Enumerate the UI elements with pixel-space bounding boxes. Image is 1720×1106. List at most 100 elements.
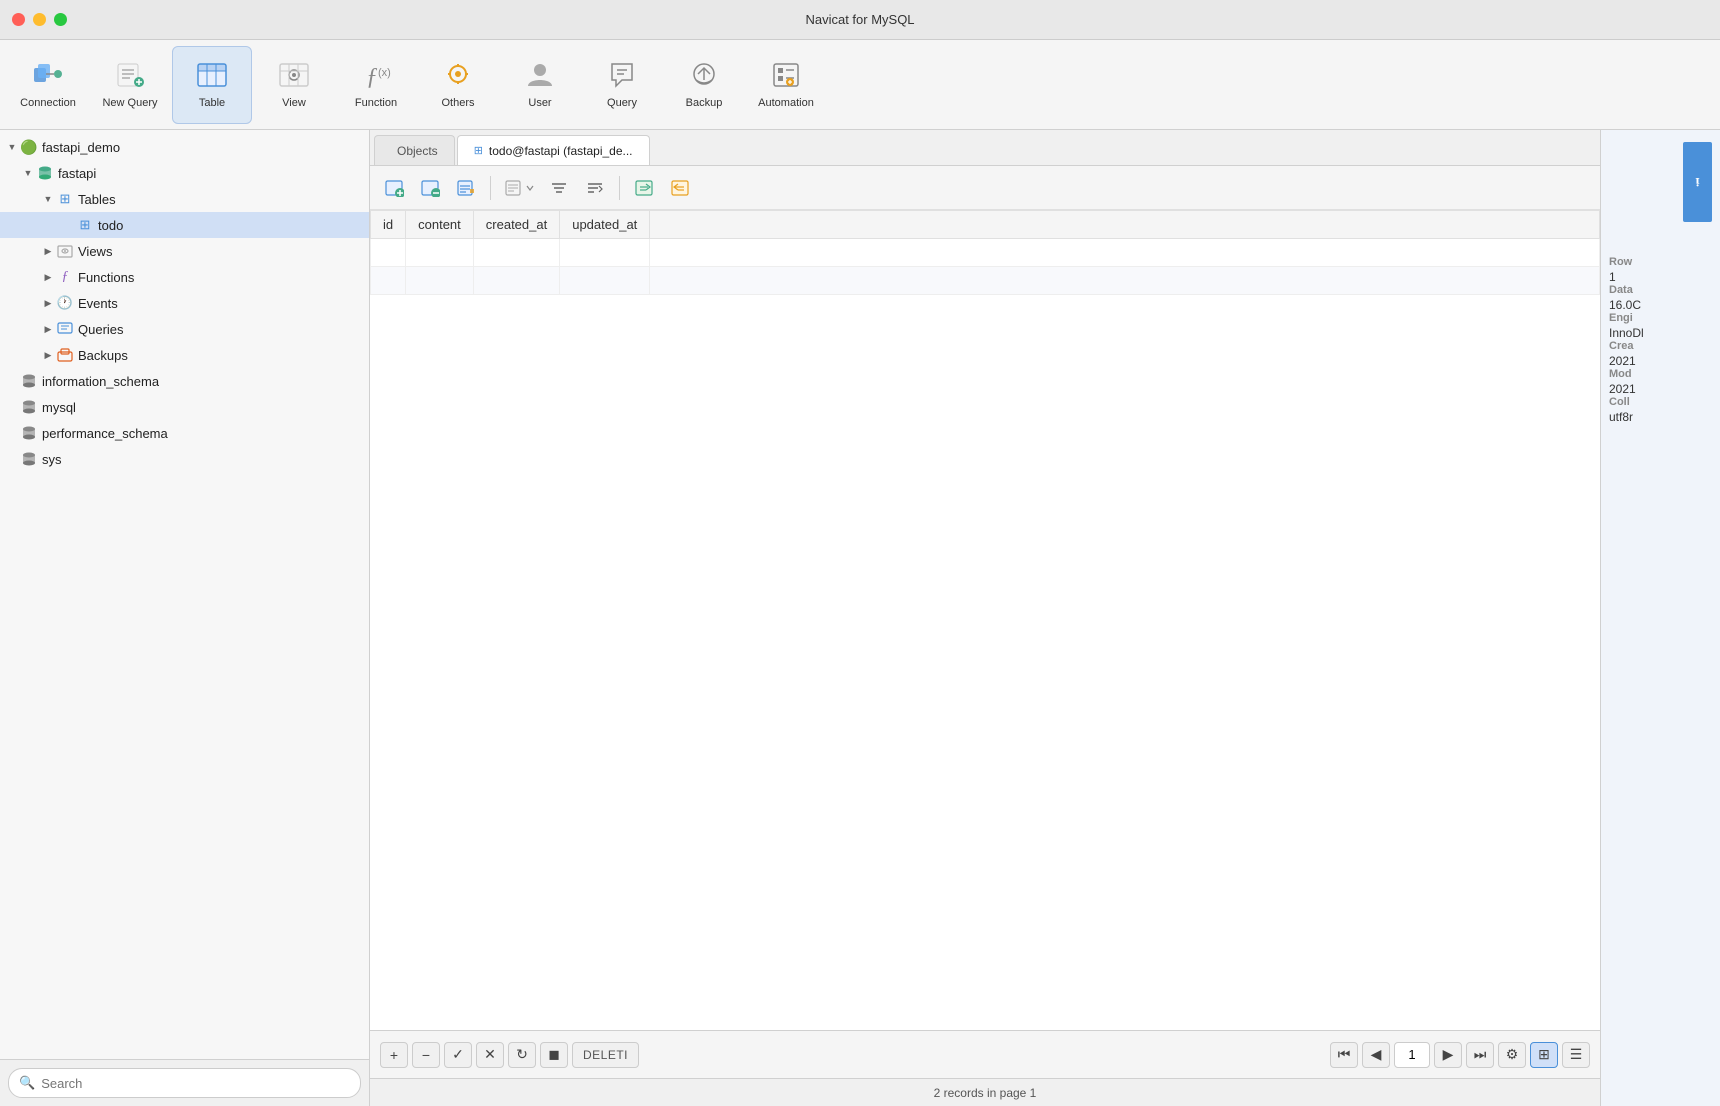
first-page-button[interactable]: ⏮ <box>1330 1042 1358 1068</box>
toolbar-new-query-label: New Query <box>102 97 157 109</box>
info-panel-tab[interactable]: ℹ <box>1683 142 1712 222</box>
tab-todo[interactable]: ⊞ todo@fastapi (fastapi_de... <box>457 135 650 165</box>
tables-icon: ⊞ <box>56 190 74 208</box>
fastapi-demo-icon: 🟢 <box>20 138 38 156</box>
toolbar-automation-label: Automation <box>758 97 814 109</box>
col-updated-at[interactable]: updated_at <box>560 211 650 239</box>
maximize-button[interactable] <box>54 13 67 26</box>
remove-row-button[interactable]: − <box>412 1042 440 1068</box>
sidebar-search-bar: 🔍 <box>0 1059 369 1106</box>
connection-icon <box>32 60 64 93</box>
rp-engine: Engi InnoDl <box>1609 312 1712 340</box>
sidebar-item-todo[interactable]: ⊞ todo <box>0 212 369 238</box>
toolbar-others[interactable]: Others <box>418 46 498 124</box>
toolbar-query[interactable]: Query <box>582 46 662 124</box>
import-button[interactable] <box>664 173 696 203</box>
sys-label: sys <box>42 452 62 467</box>
expand-fastapi-icon: ▼ <box>20 165 36 181</box>
fastapi-label: fastapi <box>58 166 96 181</box>
search-box[interactable]: 🔍 <box>8 1068 361 1098</box>
table-row[interactable] <box>371 267 1600 295</box>
sidebar-item-tables[interactable]: ▼ ⊞ Tables <box>0 186 369 212</box>
rp-collation-value: utf8r <box>1609 410 1712 424</box>
right-panel: ℹ Row 1 Data 16.0C Engi InnoDl Crea 2021 <box>1600 130 1720 1106</box>
functions-label: Functions <box>78 270 134 285</box>
mysql-icon <box>20 398 38 416</box>
page-number-input[interactable] <box>1394 1042 1430 1068</box>
new-query-icon <box>114 60 146 93</box>
toolbar-view[interactable]: View <box>254 46 334 124</box>
sidebar-item-functions[interactable]: ▶ ƒ Functions <box>0 264 369 290</box>
toolbar-connection[interactable]: Connection <box>8 46 88 124</box>
tab-objects[interactable]: Objects <box>374 135 455 165</box>
toolbar-sep-2 <box>619 176 620 200</box>
col-content[interactable]: content <box>406 211 474 239</box>
col-id[interactable]: id <box>371 211 406 239</box>
rp-created-label: Crea <box>1609 340 1712 352</box>
rp-modified: Mod 2021 <box>1609 368 1712 396</box>
content-area: Objects ⊞ todo@fastapi (fastapi_de... <box>370 130 1600 1106</box>
toolbar-new-query[interactable]: New Query <box>90 46 170 124</box>
app-title: Navicat for MySQL <box>805 12 914 27</box>
sort-button[interactable] <box>579 173 611 203</box>
add-row-button[interactable]: + <box>380 1042 408 1068</box>
rp-collation-label: Coll <box>1609 396 1712 408</box>
prev-page-button[interactable]: ◀ <box>1362 1042 1390 1068</box>
delete-record-button[interactable] <box>414 173 446 203</box>
filter-button[interactable] <box>543 173 575 203</box>
toolbar-table[interactable]: Table <box>172 46 252 124</box>
table-toolbar <box>370 166 1600 210</box>
query-icon <box>606 60 638 93</box>
search-input[interactable] <box>41 1076 350 1091</box>
col-extra <box>650 211 1600 239</box>
table-container: id content created_at updated_at <box>370 210 1600 1030</box>
last-page-button[interactable]: ⏭ <box>1466 1042 1494 1068</box>
stop-button[interactable]: ◼ <box>540 1042 568 1068</box>
sidebar-item-mysql[interactable]: ▶ mysql <box>0 394 369 420</box>
sidebar-item-backups[interactable]: ▶ Backups <box>0 342 369 368</box>
todo-tab-icon: ⊞ <box>474 144 483 157</box>
rp-created-value: 2021 <box>1609 354 1712 368</box>
data-table: id content created_at updated_at <box>370 210 1600 295</box>
toolbar-function[interactable]: ƒ (x) Function <box>336 46 416 124</box>
backup-icon <box>688 60 720 93</box>
confirm-button[interactable]: ✓ <box>444 1042 472 1068</box>
delete-button[interactable]: DELETI <box>572 1042 639 1068</box>
sidebar-item-events[interactable]: ▶ 🕐 Events <box>0 290 369 316</box>
col-created-at[interactable]: created_at <box>473 211 559 239</box>
sidebar-item-performance-schema[interactable]: ▶ performance_schema <box>0 420 369 446</box>
close-button[interactable] <box>12 13 25 26</box>
export-button[interactable] <box>628 173 660 203</box>
sidebar-item-information-schema[interactable]: ▶ information_schema <box>0 368 369 394</box>
sidebar-item-fastapi[interactable]: ▼ fastapi <box>0 160 369 186</box>
view-icon <box>278 60 310 93</box>
pagination: ⏮ ◀ ▶ ⏭ ⚙ ⊞ ☰ <box>1330 1042 1590 1068</box>
queries-label: Queries <box>78 322 124 337</box>
add-record-button[interactable] <box>378 173 410 203</box>
minimize-button[interactable] <box>33 13 46 26</box>
window-controls[interactable] <box>12 13 67 26</box>
backups-label: Backups <box>78 348 128 363</box>
functions-icon: ƒ <box>56 268 74 286</box>
toolbar-backup[interactable]: Backup <box>664 46 744 124</box>
edit-record-button[interactable] <box>450 173 482 203</box>
list-view-button[interactable]: ☰ <box>1562 1042 1590 1068</box>
next-page-button[interactable]: ▶ <box>1434 1042 1462 1068</box>
refresh-button[interactable]: ↻ <box>508 1042 536 1068</box>
view-mode-button[interactable] <box>499 173 539 203</box>
sidebar-item-views[interactable]: ▶ Views <box>0 238 369 264</box>
rp-engine-value: InnoDl <box>1609 326 1712 340</box>
toolbar-user[interactable]: User <box>500 46 580 124</box>
cancel-edit-button[interactable]: ✕ <box>476 1042 504 1068</box>
table-row[interactable] <box>371 239 1600 267</box>
toolbar-automation[interactable]: Automation <box>746 46 826 124</box>
sidebar-item-fastapi-demo[interactable]: ▼ 🟢 fastapi_demo <box>0 134 369 160</box>
settings-button[interactable]: ⚙ <box>1498 1042 1526 1068</box>
rp-data: Data 16.0C <box>1609 284 1712 312</box>
toolbar-user-label: User <box>528 97 551 109</box>
sidebar-item-sys[interactable]: ▶ sys <box>0 446 369 472</box>
events-label: Events <box>78 296 118 311</box>
sidebar-item-queries[interactable]: ▶ Queries <box>0 316 369 342</box>
grid-view-button[interactable]: ⊞ <box>1530 1042 1558 1068</box>
views-label: Views <box>78 244 112 259</box>
